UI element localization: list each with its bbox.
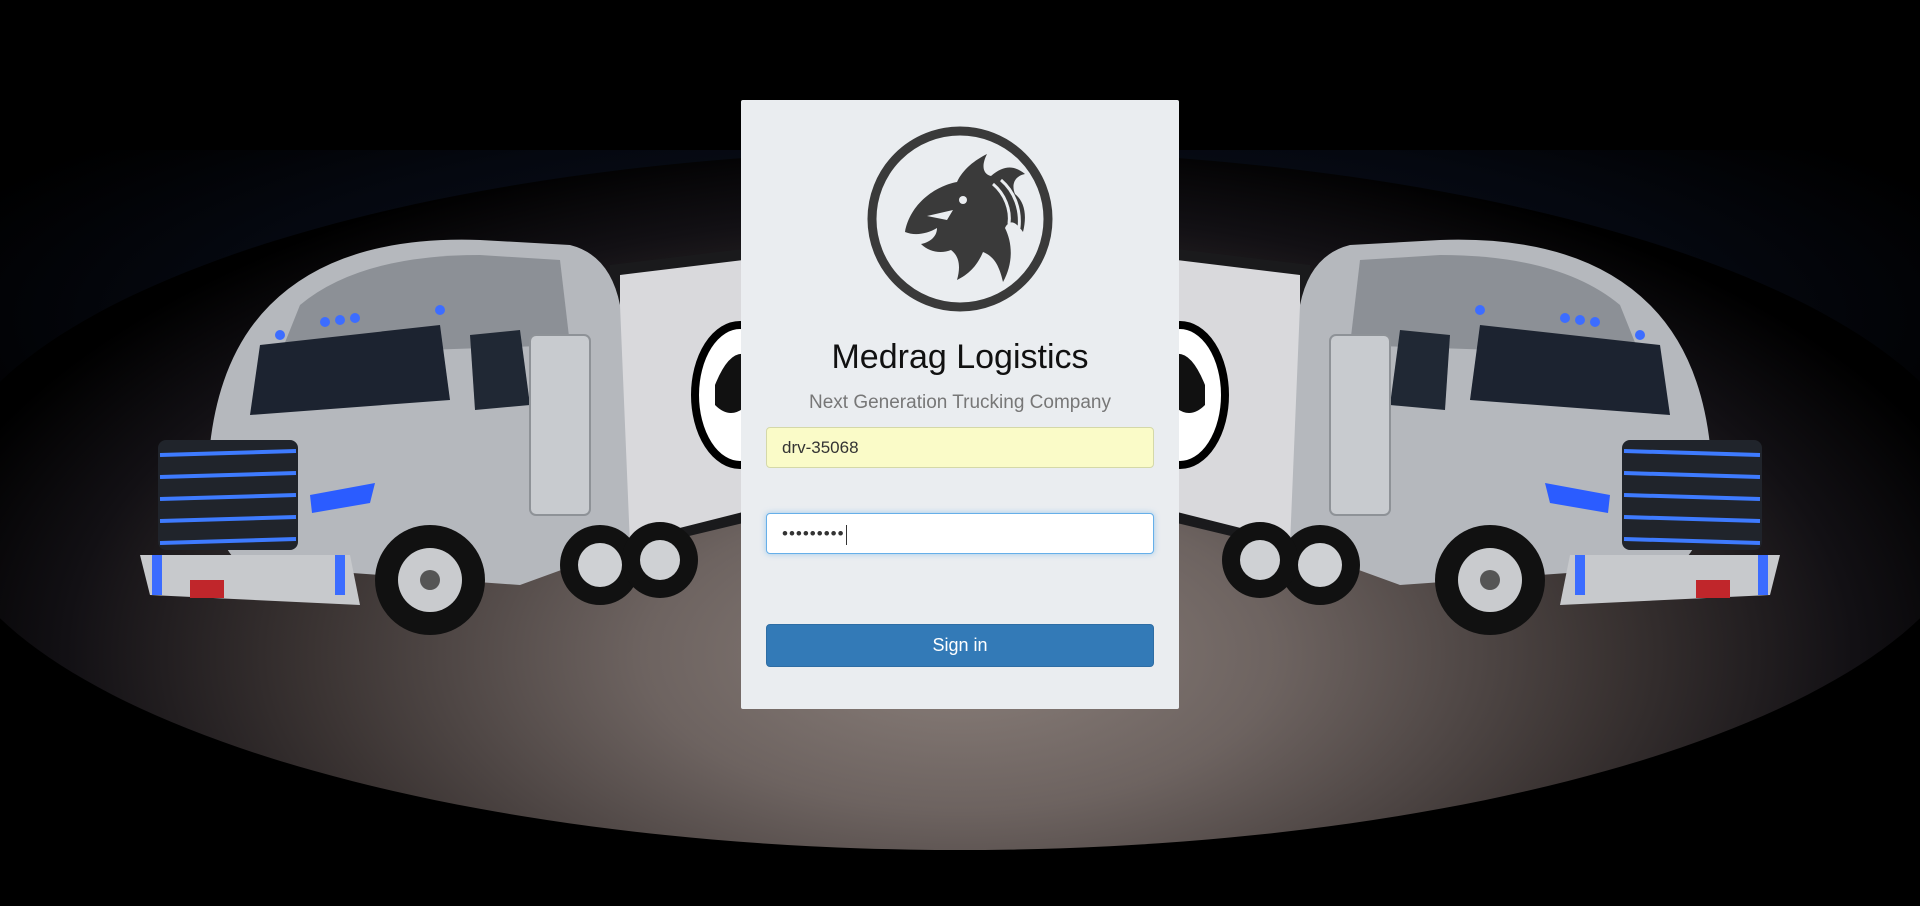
password-mask: ••••••••• (782, 524, 845, 543)
sign-in-button[interactable]: Sign in (766, 624, 1154, 667)
login-card: Medrag Logistics Next Generation Truckin… (741, 100, 1179, 709)
brand-subtitle: Next Generation Trucking Company (808, 392, 1112, 413)
username-input[interactable]: drv-35068 (766, 427, 1154, 468)
username-value: drv-35068 (782, 438, 859, 457)
password-input[interactable]: ••••••••• (766, 513, 1154, 554)
dragon-logo-icon (867, 126, 1053, 312)
brand-title: Medrag Logistics (831, 338, 1089, 376)
truck-image-left (140, 239, 820, 635)
text-caret (845, 524, 847, 545)
truck-image-right (1100, 235, 1780, 635)
